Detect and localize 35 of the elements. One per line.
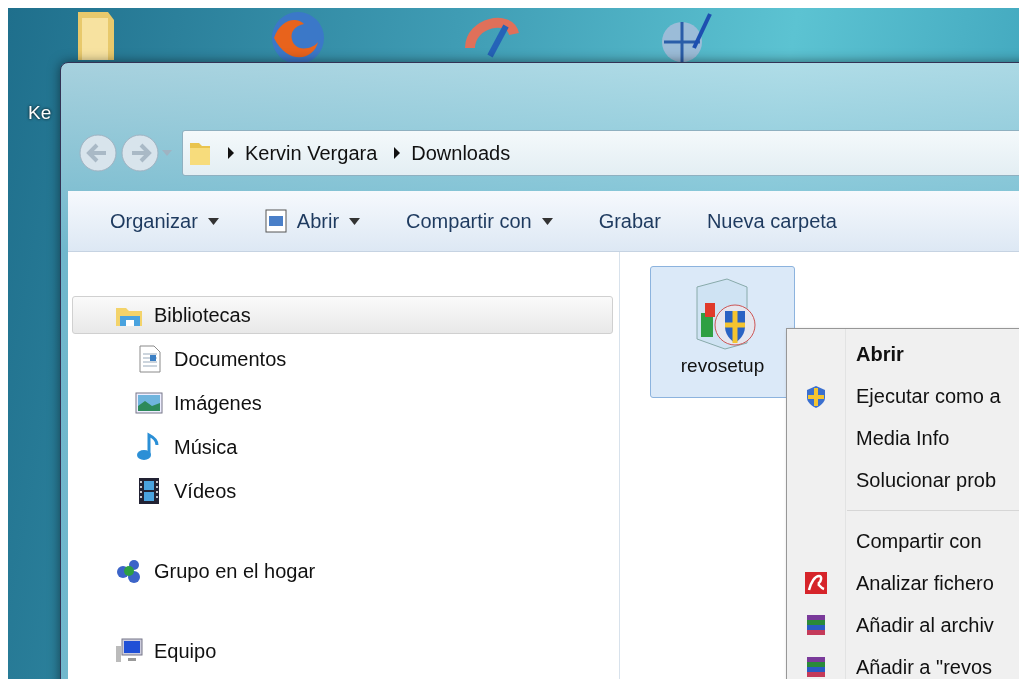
menu-item[interactable]: Compartir con [787, 520, 1019, 562]
dropdown-caret-icon [541, 217, 553, 225]
breadcrumb[interactable]: Kervin Vergara [245, 141, 378, 165]
window-icon [264, 209, 287, 233]
toolbar-button[interactable]: Abrir [250, 203, 375, 239]
forward-button[interactable] [120, 133, 160, 173]
nav-item[interactable]: Música [72, 428, 613, 466]
folder-icon [189, 140, 211, 166]
menu-item[interactable]: Añadir al archiv [787, 604, 1019, 646]
breadcrumb-arrow-icon [393, 147, 402, 159]
menu-item[interactable]: Media Info [787, 417, 1019, 459]
nav-item[interactable]: Bibliotecas [72, 296, 613, 334]
toolbar-button[interactable]: Grabar [584, 203, 675, 239]
toolbar-button[interactable]: Compartir con [392, 203, 567, 239]
desktop-icon-label: Ke [28, 102, 52, 124]
menu-item[interactable]: Solucionar prob [787, 459, 1019, 501]
book-stack-icon [804, 613, 828, 637]
address-bar[interactable]: Kervin Vergara Downloads [182, 130, 1019, 176]
book-stack-icon [804, 655, 828, 679]
dropdown-caret-icon [207, 217, 219, 225]
nav-item[interactable]: Equipo [72, 632, 613, 670]
nav-item[interactable]: Imágenes [72, 384, 613, 422]
breadcrumb[interactable]: Downloads [411, 141, 511, 165]
dropdown-caret-icon [349, 217, 361, 225]
nav-item[interactable]: Grupo en el hogar [72, 552, 613, 590]
toolbar-button[interactable]: Nueva carpeta [692, 203, 851, 239]
back-button[interactable] [78, 133, 118, 173]
menu-item[interactable]: Analizar fichero [787, 562, 1019, 604]
nav-item[interactable]: Documentos [72, 340, 613, 378]
file-item[interactable]: revosetup [650, 266, 795, 398]
toolbar-button[interactable]: Organizar [96, 203, 233, 239]
menu-item[interactable]: Añadir a "revos [787, 646, 1019, 679]
shield-icon [804, 384, 828, 408]
breadcrumb-arrow-icon [227, 147, 235, 159]
nav-item[interactable]: Vídeos [72, 472, 613, 510]
